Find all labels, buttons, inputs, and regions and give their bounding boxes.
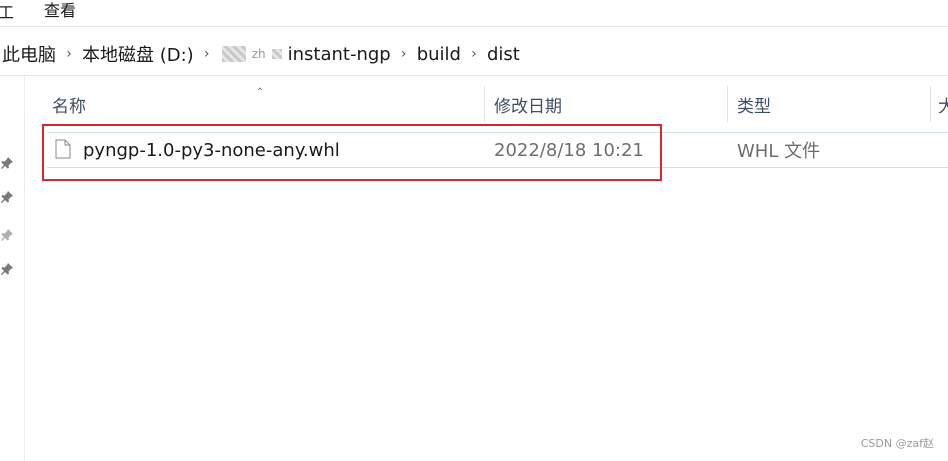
- chevron-right-icon[interactable]: ›: [463, 46, 485, 62]
- breadcrumb-zh[interactable]: zh: [250, 47, 268, 61]
- column-divider[interactable]: [484, 86, 485, 122]
- chevron-right-icon[interactable]: ›: [393, 46, 415, 62]
- navigation-pane[interactable]: [0, 76, 25, 461]
- breadcrumb: 此电脑 › 本地磁盘 (D:) › zh instant-ngp › build…: [0, 33, 522, 75]
- address-bar[interactable]: 此电脑 › 本地磁盘 (D:) › zh instant-ngp › build…: [0, 33, 948, 76]
- column-headers: ‸ 名称 修改日期 类型 大: [42, 76, 948, 124]
- breadcrumb-instant-ngp[interactable]: instant-ngp: [286, 44, 393, 65]
- column-header-date-modified[interactable]: 修改日期: [494, 84, 562, 124]
- chevron-right-icon[interactable]: ›: [58, 46, 80, 62]
- column-divider[interactable]: [727, 86, 728, 122]
- pin-icon[interactable]: [0, 262, 16, 278]
- blurred-folder-name: [221, 46, 246, 62]
- column-header-name[interactable]: 名称: [52, 84, 86, 124]
- breadcrumb-local-disk-d[interactable]: 本地磁盘 (D:): [80, 41, 196, 67]
- ribbon-bar: 工 查看: [0, 0, 948, 27]
- file-type: WHL 文件: [737, 141, 821, 162]
- highlight-annotation-box: [42, 124, 662, 181]
- blurred-chevron: [271, 49, 282, 59]
- column-header-type[interactable]: 类型: [737, 84, 771, 124]
- breadcrumb-build[interactable]: build: [415, 44, 463, 65]
- view-menu[interactable]: 查看: [44, 0, 76, 21]
- column-divider[interactable]: [930, 86, 931, 122]
- chevron-right-icon[interactable]: ›: [196, 46, 218, 62]
- breadcrumb-dist[interactable]: dist: [485, 44, 522, 65]
- pin-icon[interactable]: [0, 190, 16, 206]
- watermark: CSDN @zaf赵: [860, 437, 934, 450]
- pin-icon[interactable]: [0, 156, 16, 172]
- ribbon-edge-glyph: 工: [0, 3, 15, 22]
- sort-ascending-icon: ‸: [258, 76, 263, 90]
- breadcrumb-this-pc[interactable]: 此电脑: [0, 41, 58, 67]
- column-header-size[interactable]: 大: [938, 84, 948, 124]
- pin-icon[interactable]: [0, 228, 16, 244]
